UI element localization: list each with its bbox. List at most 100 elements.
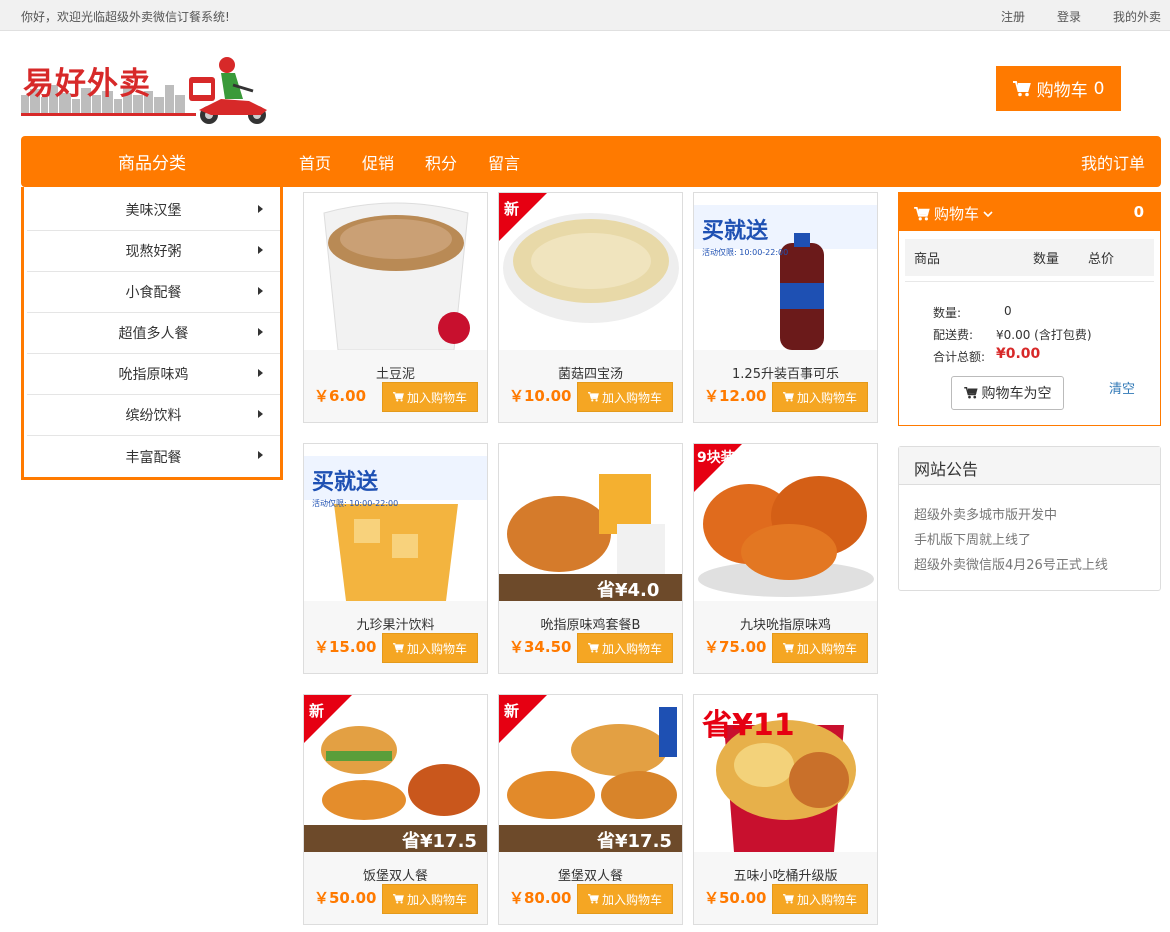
product-price: ￥15.00 [314, 638, 377, 656]
product-image[interactable] [304, 193, 487, 350]
category-item[interactable]: 超值多人餐 [27, 313, 280, 354]
cart-panel-toggle[interactable]: 购物车 [914, 203, 993, 224]
register-link[interactable]: 注册 [1001, 8, 1025, 25]
product-illustration: 新省¥17.5 [499, 695, 682, 852]
product-name[interactable]: 堡堡双人餐 [499, 865, 682, 884]
cart-total-label: 合计总额: [933, 350, 986, 364]
add-to-cart-button[interactable]: 加入购物车 [772, 382, 868, 412]
cart-panel-header: 购物车 0 [899, 193, 1160, 231]
product-name[interactable]: 九珍果汁饮料 [304, 614, 487, 633]
product-card[interactable]: 买就送 活动仅限: 10:00-22:00 1.25升装百事可乐 ￥12.00 加入购物… [693, 192, 878, 423]
category-item[interactable]: 缤纷饮料 [27, 395, 280, 436]
product-name[interactable]: 土豆泥 [304, 363, 487, 382]
product-card[interactable]: 9块装 九块吮指原味鸡 ￥75.00 加入购物车 [693, 443, 878, 674]
add-to-cart-button[interactable]: 加入购物车 [772, 633, 868, 663]
site-logo[interactable]: 易好外卖 [21, 55, 271, 129]
category-list: 美味汉堡 现熬好粥 小食配餐 超值多人餐 吮指原味鸡 缤纷饮料 丰富配餐 [21, 187, 283, 480]
add-to-cart-label: 加入购物车 [601, 892, 662, 907]
add-to-cart-button[interactable]: 加入购物车 [382, 633, 478, 663]
cart-clear-link[interactable]: 清空 [1109, 378, 1135, 397]
product-illustration: 新省¥17.5 [304, 695, 487, 852]
add-to-cart-label: 加入购物车 [796, 892, 857, 907]
cart-empty-button[interactable]: 购物车为空 [951, 376, 1064, 410]
product-price: ￥10.00 [509, 387, 572, 405]
nav-items: 首页 促销 积分 留言 [299, 136, 520, 187]
category-item[interactable]: 丰富配餐 [27, 436, 280, 477]
cart-icon [963, 387, 978, 399]
product-card[interactable]: 新省¥17.5 堡堡双人餐 ￥80.00 加入购物车 [498, 694, 683, 925]
cart-qty-value: 0 [1004, 304, 1012, 318]
product-image[interactable]: 新 [499, 193, 682, 350]
svg-text:活动仅限: 10:00-22:00: 活动仅限: 10:00-22:00 [312, 498, 398, 508]
nav-my-orders[interactable]: 我的订单 [1081, 136, 1145, 187]
product-price: ￥34.50 [509, 638, 572, 656]
my-takeout-link[interactable]: 我的外卖 [1113, 8, 1161, 25]
product-name[interactable]: 菌菇四宝汤 [499, 363, 682, 382]
product-image[interactable]: 新省¥17.5 [499, 695, 682, 852]
product-image[interactable]: 新省¥17.5 [304, 695, 487, 852]
main-nav: 商品分类 首页 促销 积分 留言 我的订单 [21, 136, 1161, 187]
category-title[interactable]: 商品分类 [21, 136, 283, 187]
product-name[interactable]: 1.25升装百事可乐 [694, 363, 877, 382]
add-to-cart-button[interactable]: 加入购物车 [772, 884, 868, 914]
product-name[interactable]: 九块吮指原味鸡 [694, 614, 877, 633]
product-image[interactable]: 买就送 活动仅限: 10:00-22:00 [694, 193, 877, 350]
add-to-cart-label: 加入购物车 [406, 390, 467, 405]
category-label: 美味汉堡 [125, 203, 182, 219]
col-total: 总价 [1088, 252, 1115, 267]
add-to-cart-label: 加入购物车 [601, 641, 662, 656]
category-item[interactable]: 吮指原味鸡 [27, 354, 280, 395]
add-to-cart-button[interactable]: 加入购物车 [382, 884, 478, 914]
divider [905, 281, 1154, 282]
product-image[interactable]: 省¥4.0 [499, 444, 682, 601]
header-cart-button[interactable]: 购物车 0 [996, 66, 1121, 111]
cart-empty-label: 购物车为空 [981, 386, 1052, 402]
product-card[interactable]: 新菌菇四宝汤 ￥10.00 加入购物车 [498, 192, 683, 423]
product-name[interactable]: 五味小吃桶升级版 [694, 865, 877, 884]
caret-right-icon [258, 410, 263, 418]
top-bar: 你好，欢迎光临超级外卖微信订餐系统! 注册 登录 我的外卖 [0, 0, 1170, 31]
category-item[interactable]: 小食配餐 [27, 272, 280, 313]
product-image[interactable]: 省¥11 [694, 695, 877, 852]
notice-item[interactable]: 超级外卖微信版4月26号正式上线 [914, 554, 1108, 573]
product-illustration: 买就送活动仅限: 10:00-22:00 [304, 444, 487, 601]
nav-messages[interactable]: 留言 [488, 150, 520, 174]
add-to-cart-button[interactable]: 加入购物车 [577, 633, 673, 663]
add-to-cart-button[interactable]: 加入购物车 [577, 884, 673, 914]
nav-promotion[interactable]: 促销 [362, 150, 394, 174]
caret-right-icon [258, 451, 263, 459]
product-image[interactable]: 买就送 活动仅限: 10:00-22:00 [304, 444, 487, 601]
product-card[interactable]: 新省¥17.5 饭堡双人餐 ￥50.00 加入购物车 [303, 694, 488, 925]
svg-text:新: 新 [504, 200, 519, 218]
nav-points[interactable]: 积分 [425, 150, 457, 174]
svg-text:省¥17.5: 省¥17.5 [401, 830, 477, 852]
caret-right-icon [258, 287, 263, 295]
login-link[interactable]: 登录 [1057, 8, 1081, 25]
top-links: 注册 登录 我的外卖 [1001, 8, 1161, 25]
cart-icon [587, 392, 599, 402]
product-card[interactable]: 省¥4.0 吮指原味鸡套餐B ￥34.50 加入购物车 [498, 443, 683, 674]
product-card[interactable]: 省¥11 五味小吃桶升级版 ￥50.00 加入购物车 [693, 694, 878, 925]
add-to-cart-label: 加入购物车 [796, 641, 857, 656]
product-illustration: 9块装 [694, 444, 877, 601]
product-name[interactable]: 吮指原味鸡套餐B [499, 614, 682, 633]
category-item[interactable]: 美味汉堡 [27, 190, 280, 231]
add-to-cart-label: 加入购物车 [406, 641, 467, 656]
cart-delivery-row: 配送费: ¥0.00 (含打包费) [933, 326, 1092, 343]
category-label: 缤纷饮料 [125, 408, 182, 424]
product-card[interactable]: 买就送 活动仅限: 10:00-22:00 九珍果汁饮料 ￥15.00 加入购物车 [303, 443, 488, 674]
product-name[interactable]: 饭堡双人餐 [304, 865, 487, 884]
nav-home[interactable]: 首页 [299, 150, 331, 174]
cart-panel: 购物车 0 商品 数量 总价 数量: 0 配送费: ¥0.00 (含打包费) 合… [898, 192, 1161, 426]
cart-icon [392, 643, 404, 653]
add-to-cart-button[interactable]: 加入购物车 [382, 382, 478, 412]
svg-text:9块装: 9块装 [697, 449, 736, 466]
product-image[interactable]: 9块装 [694, 444, 877, 601]
caret-right-icon [258, 246, 263, 254]
cart-icon [914, 206, 930, 220]
add-to-cart-button[interactable]: 加入购物车 [577, 382, 673, 412]
notice-item[interactable]: 超级外卖多城市版开发中 [914, 504, 1057, 523]
notice-item[interactable]: 手机版下周就上线了 [914, 529, 1031, 548]
category-item[interactable]: 现熬好粥 [27, 231, 280, 272]
product-card[interactable]: 土豆泥 ￥6.00 加入购物车 [303, 192, 488, 423]
